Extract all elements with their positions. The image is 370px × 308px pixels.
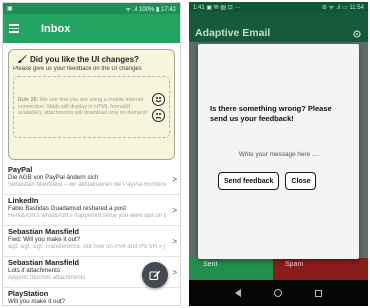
settings-icon[interactable]	[352, 29, 362, 39]
dialog-question: Is there something wrong? Please send us…	[210, 104, 332, 123]
mail-subject: Die AGB von PayPal ändern sich	[8, 174, 99, 181]
app-title: Adaptive Email	[195, 27, 271, 39]
feedback-subtitle: Please give us your feedback on the UI c…	[13, 66, 142, 72]
toolbar: Adaptive Email	[189, 12, 368, 42]
rule-message: We see that you are using a mobile inter…	[18, 96, 147, 117]
feedback-dialog: Is there something wrong? Please send us…	[198, 44, 359, 259]
mail-item[interactable]: PayPal Die AGB von PayPal ändern sich Se…	[3, 164, 180, 195]
rule-label: Rule 26:	[18, 96, 39, 103]
send-feedback-button[interactable]: Send feedback	[218, 172, 280, 190]
mail-subject: Fabio Bastidas Guadamud reshared a post	[8, 205, 126, 212]
status-bar: ▣ ᯤ .ıl 100% ▮ 17:42	[3, 3, 180, 14]
close-button[interactable]: Close	[285, 172, 317, 190]
chevron-right-icon: >	[172, 237, 177, 246]
sad-face-icon[interactable]	[152, 108, 165, 122]
compose-button[interactable]	[142, 262, 168, 288]
rule-text: Rule 26: We see that you are using a mob…	[18, 97, 148, 117]
mail-item[interactable]: LinkedIn Fabio Bastidas Guadamud reshare…	[3, 195, 180, 226]
feedback-heading: Did you like the UI changes?	[13, 54, 170, 64]
status-bar: 1:41 ▣ ✉ ▤ ⊡ ··· ⊘ ᯤ .ıl ▭ 11:54	[189, 2, 368, 12]
message-input[interactable]: Write your message here ....	[213, 151, 345, 158]
mail-preview: &gt; &gt; &gt; Transference, out now on …	[8, 244, 166, 250]
mail-subject: Will you make it out?	[8, 298, 66, 305]
rule-box: Rule 26: We see that you are using a mob…	[13, 76, 170, 138]
chevron-right-icon: >	[172, 206, 177, 215]
status-left: ▣	[7, 6, 13, 12]
mail-preview: Here&#39;s what&#39;s happened since you…	[8, 213, 166, 219]
inbox-screen: ▣ ᯤ .ıl 100% ▮ 17:42 Inbox Did you like …	[2, 2, 181, 306]
dialog-buttons: Send feedback Close	[218, 172, 317, 190]
chevron-right-icon: >	[172, 268, 177, 277]
folder-tabs: Sent Spam	[189, 258, 368, 280]
toolbar: Inbox	[3, 14, 180, 43]
menu-icon[interactable]	[9, 24, 19, 33]
rating-faces	[152, 92, 165, 122]
tab-sent[interactable]: Sent	[189, 258, 273, 280]
recent-apps-icon[interactable]	[314, 289, 322, 297]
mail-sender: LinkedIn	[8, 196, 39, 205]
mail-item[interactable]: PlayStation Will you make it out?	[3, 288, 180, 305]
back-icon[interactable]	[235, 289, 242, 297]
tab-spam[interactable]: Spam	[273, 258, 368, 280]
mail-sender: PlayStation	[8, 289, 49, 298]
status-left: 1:41 ▣ ✉ ▤ ⊡ ···	[193, 4, 241, 11]
mail-sender: PayPal	[8, 165, 33, 174]
mail-item[interactable]: Sebastian Mansfield Fwd: Will you make i…	[3, 226, 180, 257]
edit-icon	[149, 270, 161, 281]
mail-preview: Sebastian Mansfield – wir aktualisieren …	[8, 182, 166, 188]
system-nav-bar	[189, 280, 368, 306]
screenshot-pair: ▣ ᯤ .ıl 100% ▮ 17:42 Inbox Did you like …	[0, 0, 370, 308]
home-icon[interactable]	[273, 289, 282, 297]
status-right: ⊘ ᯤ .ıl ▭ 11:54	[321, 5, 364, 11]
happy-face-icon[interactable]	[152, 92, 165, 106]
paintbrush-icon	[18, 54, 27, 63]
chevron-right-icon: >	[172, 175, 177, 184]
mail-subject: Fwd: Will you make it out?	[8, 236, 81, 243]
mail-sender: Sebastian Mansfield	[8, 227, 80, 236]
feedback-title: Did you like the UI changes?	[30, 54, 139, 64]
mail-sender: Sebastian Mansfield	[8, 258, 80, 267]
feedback-card: Did you like the UI changes? Please give…	[8, 49, 175, 160]
page-title: Inbox	[41, 22, 71, 35]
status-right: ᯤ .ıl 100% ▮ 17:42	[125, 6, 176, 13]
feedback-dialog-screen: 1:41 ▣ ✉ ▤ ⊡ ··· ⊘ ᯤ .ıl ▭ 11:54 Adaptiv…	[189, 2, 368, 306]
